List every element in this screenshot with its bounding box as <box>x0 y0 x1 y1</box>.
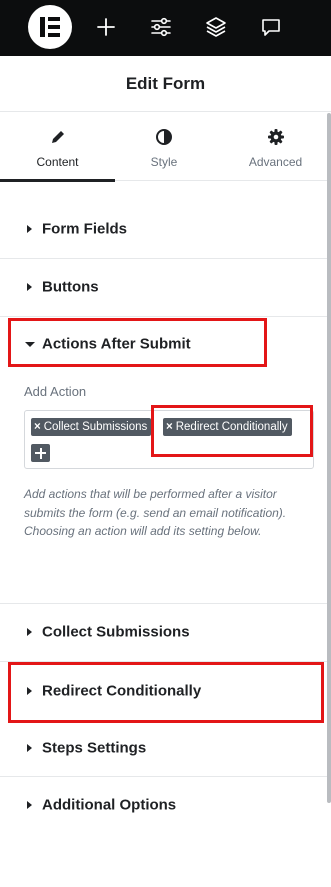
section-additional-options[interactable]: Additional Options <box>0 778 331 832</box>
remove-tag-icon[interactable]: × <box>166 418 173 436</box>
section-title: Actions After Submit <box>42 335 191 353</box>
section-title: Additional Options <box>42 796 177 814</box>
layers-icon[interactable] <box>203 14 229 40</box>
gear-icon <box>267 128 285 146</box>
actions-help-text: Add actions that will be performed after… <box>24 487 287 538</box>
caret-right-icon <box>27 283 32 291</box>
tag-label: Collect Submissions <box>43 421 148 433</box>
caret-right-icon <box>27 744 32 752</box>
section-redirect-conditionally[interactable]: Redirect Conditionally <box>0 664 331 718</box>
sliders-icon[interactable] <box>148 14 174 40</box>
section-title: Buttons <box>42 278 99 296</box>
tab-advanced-label: Advanced <box>248 155 303 169</box>
tab-style-label: Style <box>150 155 178 169</box>
caret-right-icon <box>27 687 32 695</box>
pencil-icon <box>49 128 67 146</box>
actions-select[interactable]: × Collect Submissions × Redirect Condition… <box>24 410 314 469</box>
elementor-logo-icon[interactable] <box>28 5 72 49</box>
section-title: Form Fields <box>42 220 128 238</box>
tab-content[interactable]: Content <box>0 113 115 182</box>
section-collect-submissions[interactable]: Collect Submissions <box>0 604 331 660</box>
section-title: Redirect Conditionally <box>42 682 202 700</box>
caret-right-icon <box>27 225 32 233</box>
remove-tag-icon[interactable]: × <box>34 418 41 436</box>
tab-advanced[interactable]: Advanced <box>220 113 331 181</box>
panel-tabs: Content Style Advanced <box>0 113 331 182</box>
action-tag-redirect-conditionally: × Redirect Conditionally <box>163 418 292 436</box>
action-tag-collect-submissions: × Collect Submissions <box>31 418 152 436</box>
divider <box>0 661 331 662</box>
page-title: Edit Form <box>125 74 206 93</box>
divider <box>0 776 331 777</box>
tab-style[interactable]: Style <box>115 113 213 181</box>
section-title: Steps Settings <box>42 739 147 757</box>
add-action-button[interactable] <box>31 444 50 462</box>
tab-content-label: Content <box>36 155 79 169</box>
panel-header: Edit Form <box>0 56 331 112</box>
panel-scrollbar[interactable] <box>327 113 331 803</box>
editor-topbar <box>0 0 331 56</box>
add-action-label: Add Action <box>24 384 87 399</box>
caret-down-icon <box>25 342 35 347</box>
half-circle-icon <box>155 128 173 146</box>
section-actions-after-submit[interactable]: Actions After Submit <box>0 318 331 370</box>
section-form-fields[interactable]: Form Fields <box>0 201 331 257</box>
caret-right-icon <box>27 801 32 809</box>
plus-icon[interactable] <box>93 14 119 40</box>
divider <box>0 316 331 317</box>
caret-right-icon <box>27 628 32 636</box>
section-buttons[interactable]: Buttons <box>0 259 331 315</box>
tag-label: Redirect Conditionally <box>175 421 288 433</box>
section-title: Collect Submissions <box>42 623 190 641</box>
comment-icon[interactable] <box>258 14 284 40</box>
section-steps-settings[interactable]: Steps Settings <box>0 722 331 774</box>
